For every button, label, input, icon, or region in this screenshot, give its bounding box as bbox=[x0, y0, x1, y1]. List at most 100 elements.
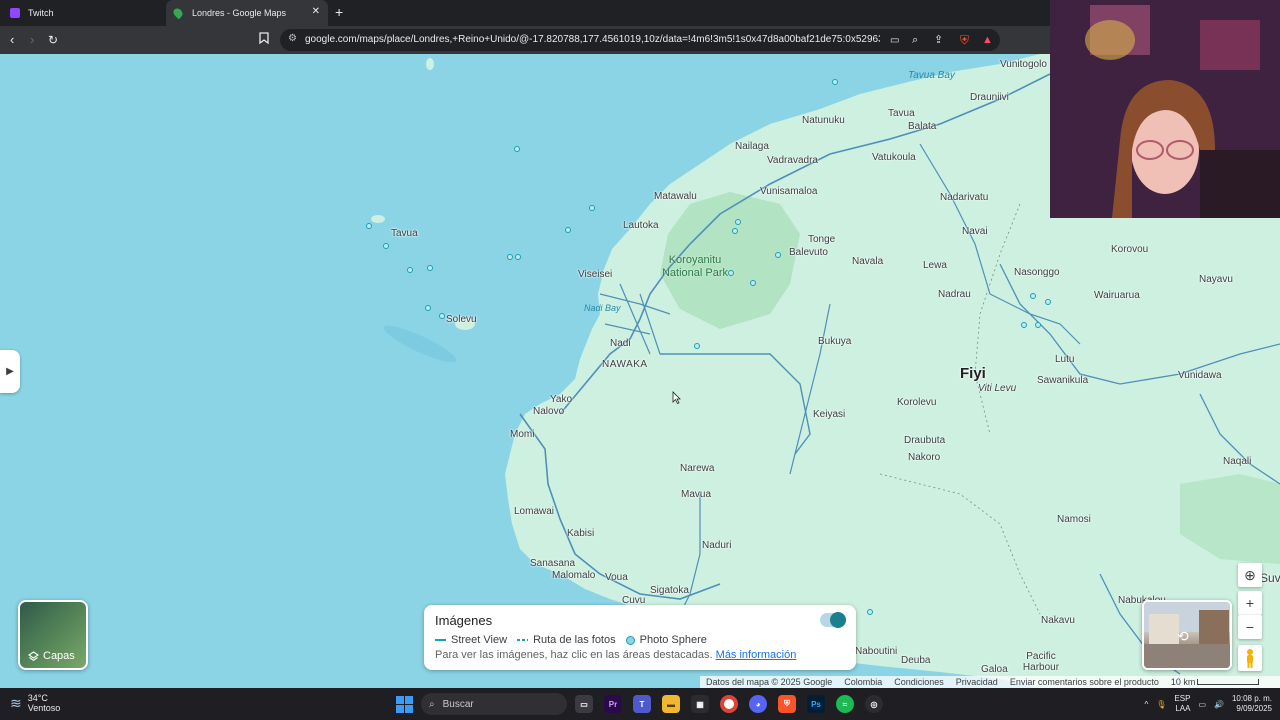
task-view-icon[interactable]: ▭ bbox=[575, 695, 593, 713]
map-place-label[interactable]: Matawalu bbox=[654, 191, 697, 202]
map-place-label[interactable]: Drauniivi bbox=[970, 92, 1009, 103]
map-place-label[interactable]: Nadi bbox=[610, 338, 631, 349]
bookmark-icon[interactable] bbox=[259, 32, 269, 49]
taskbar-search[interactable]: ⌕ Buscar bbox=[421, 693, 567, 715]
park-label[interactable]: Koroyanitu National Park bbox=[650, 254, 740, 280]
url-text[interactable]: google.com/maps/place/Londres,+Reino+Uni… bbox=[305, 34, 880, 45]
spotify-icon[interactable]: ≈ bbox=[836, 695, 854, 713]
start-button[interactable] bbox=[396, 696, 413, 713]
pegman-button[interactable] bbox=[1238, 645, 1262, 671]
map-place-label[interactable]: Nalovo bbox=[533, 406, 564, 417]
map-place-label[interactable]: Korolevu bbox=[897, 397, 936, 408]
region-link[interactable]: Colombia bbox=[838, 677, 888, 687]
map-place-label[interactable]: Solevu bbox=[446, 314, 477, 325]
forward-icon[interactable]: › bbox=[30, 32, 34, 48]
map-place-label[interactable]: Wairuarua bbox=[1094, 290, 1140, 301]
map-place-label[interactable]: Tavua bbox=[391, 228, 418, 239]
map-place-label[interactable]: Viseisei bbox=[578, 269, 612, 280]
volume-icon[interactable]: 🔊 bbox=[1214, 700, 1224, 709]
map-place-label[interactable]: Naboutini bbox=[855, 646, 897, 657]
map-place-label[interactable]: Nasonggo bbox=[1014, 267, 1060, 278]
map-place-label[interactable]: Nadrau bbox=[938, 289, 971, 300]
map-place-label[interactable]: Vunidawa bbox=[1178, 370, 1222, 381]
terms-link[interactable]: Condiciones bbox=[888, 677, 950, 687]
rewards-icon[interactable]: ▲ bbox=[982, 32, 993, 48]
map-place-label[interactable]: Kabisi bbox=[567, 528, 594, 539]
clock[interactable]: 10:08 p. m. 9/09/2025 bbox=[1232, 694, 1272, 714]
map-place-label[interactable]: Draubuta bbox=[904, 435, 945, 446]
map-place-label[interactable]: Lewa bbox=[923, 260, 947, 271]
map-place-label[interactable]: Vunisamaloa bbox=[760, 186, 817, 197]
map-place-label[interactable]: Momi bbox=[510, 429, 534, 440]
obs-icon[interactable]: ◎ bbox=[865, 695, 883, 713]
chevron-up-icon[interactable]: ^ bbox=[1145, 700, 1149, 709]
zoom-in-button[interactable]: + bbox=[1238, 591, 1262, 615]
map-place-label[interactable]: Lomawai bbox=[514, 506, 554, 517]
map-place-label[interactable]: Sawanikula bbox=[1037, 375, 1088, 386]
street-view-thumbnail[interactable]: ⟲ bbox=[1142, 600, 1232, 670]
chrome-icon[interactable] bbox=[720, 695, 738, 713]
map-place-label[interactable]: NAWAKA bbox=[602, 359, 648, 370]
discord-icon[interactable]: ◕ bbox=[749, 695, 767, 713]
brave-shield-icon[interactable]: ⛨ bbox=[960, 32, 969, 48]
reload-icon[interactable]: ↻ bbox=[48, 32, 58, 48]
map-place-label[interactable]: Balevuto bbox=[789, 247, 828, 258]
brave-icon[interactable]: ⛨ bbox=[778, 695, 796, 713]
map-place-label[interactable]: Natunuku bbox=[802, 115, 845, 126]
map-place-label[interactable]: Sanasana bbox=[530, 558, 575, 569]
tab-google-maps[interactable]: Londres - Google Maps ✕ bbox=[166, 0, 328, 26]
back-icon[interactable]: ‹ bbox=[10, 32, 14, 48]
map-place-label[interactable]: Sigatoka bbox=[650, 585, 689, 596]
photoshop-icon[interactable]: Ps bbox=[807, 695, 825, 713]
map-place-label[interactable]: Voua bbox=[605, 572, 628, 583]
network-icon[interactable]: ▭ bbox=[1198, 700, 1206, 709]
map-place-label[interactable]: Navala bbox=[852, 256, 883, 267]
map-place-label[interactable]: Nakoro bbox=[908, 452, 940, 463]
map-place-label[interactable]: Keiyasi bbox=[813, 409, 845, 420]
map-place-label[interactable]: Lautoka bbox=[623, 220, 659, 231]
more-info-link[interactable]: Más información bbox=[716, 649, 797, 661]
map-place-label[interactable]: Tonge bbox=[808, 234, 835, 245]
map-place-label[interactable]: Tavua bbox=[888, 108, 915, 119]
map-place-label[interactable]: Navai bbox=[962, 226, 988, 237]
weather-widget[interactable]: ≋ 34°C Ventoso bbox=[10, 693, 60, 713]
map-place-label[interactable]: Bukuya bbox=[818, 336, 851, 347]
map-place-label[interactable]: Vatukoula bbox=[872, 152, 916, 163]
microphone-icon[interactable]: 🎙 bbox=[1156, 700, 1166, 709]
map-place-label[interactable]: Vadravadra bbox=[767, 155, 818, 166]
close-tab-icon[interactable]: ✕ bbox=[312, 6, 320, 17]
feedback-link[interactable]: Enviar comentarios sobre el producto bbox=[1004, 677, 1165, 687]
layers-button[interactable]: Capas bbox=[18, 600, 88, 670]
map-place-label[interactable]: Korovou bbox=[1111, 244, 1148, 255]
privacy-link[interactable]: Privacidad bbox=[950, 677, 1004, 687]
map-place-label[interactable]: Naqali bbox=[1223, 456, 1251, 467]
tab-twitch[interactable]: Twitch bbox=[0, 0, 166, 26]
share-icon[interactable]: ⇪ bbox=[934, 32, 943, 48]
map-place-label[interactable]: Naduri bbox=[702, 540, 731, 551]
cast-icon[interactable]: ▭ bbox=[890, 33, 899, 49]
new-tab-icon[interactable]: + bbox=[335, 4, 343, 20]
map-place-label[interactable]: Narewa bbox=[680, 463, 714, 474]
map-place-label[interactable]: Vunitogolo bbox=[1000, 59, 1047, 70]
map-place-label[interactable]: Deuba bbox=[901, 655, 930, 666]
file-explorer-icon[interactable]: ▬ bbox=[662, 695, 680, 713]
premiere-icon[interactable]: Pr bbox=[604, 695, 622, 713]
my-location-button[interactable]: ⊕ bbox=[1238, 563, 1262, 587]
map-place-label[interactable]: Mavua bbox=[681, 489, 711, 500]
map-place-label[interactable]: Lutu bbox=[1055, 354, 1074, 365]
store-icon[interactable]: ▦ bbox=[691, 695, 709, 713]
map-place-label[interactable]: Nayavu bbox=[1199, 274, 1233, 285]
map-place-label[interactable]: Balata bbox=[908, 121, 936, 132]
map-place-label[interactable]: Galoa bbox=[981, 664, 1008, 675]
scale-control[interactable]: 10 km bbox=[1165, 677, 1266, 687]
address-bar[interactable]: ⚙ google.com/maps/place/Londres,+Reino+U… bbox=[280, 29, 1000, 51]
zoom-icon[interactable]: ⌕ bbox=[912, 32, 918, 48]
site-info-icon[interactable]: ⚙ bbox=[288, 33, 297, 44]
map-place-label[interactable]: Suv bbox=[1260, 571, 1280, 585]
map-place-label[interactable]: Namosi bbox=[1057, 514, 1091, 525]
expand-side-panel-button[interactable]: ▶ bbox=[0, 350, 20, 393]
language-indicator[interactable]: ESP LAA bbox=[1174, 694, 1190, 714]
map-place-label[interactable]: Nailaga bbox=[735, 141, 769, 152]
imagery-toggle[interactable] bbox=[820, 612, 846, 628]
map-place-label[interactable]: Nadarivatu bbox=[940, 192, 988, 203]
